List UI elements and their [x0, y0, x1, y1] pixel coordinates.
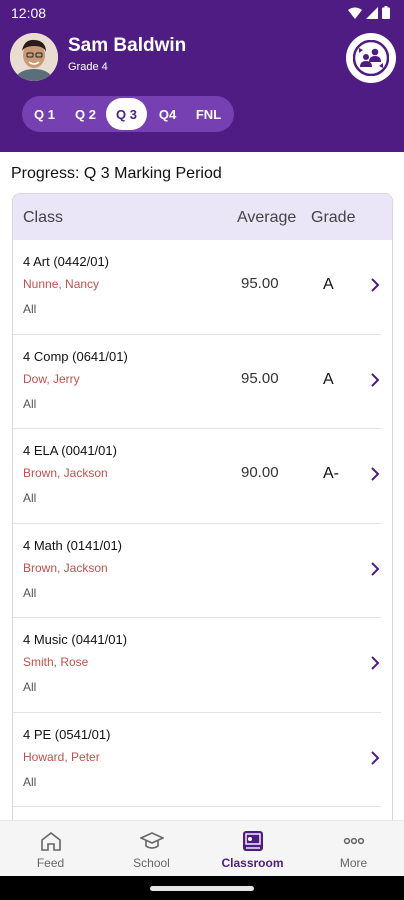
grade-value: A-: [323, 465, 339, 482]
nav-school[interactable]: School: [101, 821, 202, 876]
classroom-icon: [242, 831, 263, 851]
teacher-name: Howard, Peter: [23, 749, 100, 764]
teacher-name: Brown, Jackson: [23, 466, 108, 480]
teacher-name: Brown, Jackson: [23, 560, 108, 575]
status-bar: 12:08: [0, 0, 404, 26]
grades-table: Class Average Grade 4 Art (0442/01) Nunn…: [12, 193, 393, 833]
switch-student-button[interactable]: [346, 33, 396, 83]
avatar[interactable]: [10, 33, 58, 81]
graduation-cap-icon: [139, 832, 164, 849]
chevron-right-icon: [371, 561, 380, 576]
chevron-right-icon: [371, 750, 380, 765]
column-header-class: Class: [23, 209, 64, 226]
table-header: Class Average Grade: [13, 194, 392, 240]
student-name: Sam Baldwin: [68, 35, 187, 56]
home-gesture-handle[interactable]: [150, 886, 254, 891]
section-label: All: [23, 396, 37, 411]
home-icon: [40, 831, 61, 851]
table-row[interactable]: 4 PE (0541/01) Howard, Peter All: [13, 713, 381, 807]
course-name: 4 PE (0541/01): [23, 726, 111, 742]
tab-q1[interactable]: Q 1: [24, 98, 65, 130]
course-name: 4 Art (0442/01): [23, 254, 109, 269]
section-label: All: [23, 585, 37, 600]
teacher-name: Smith, Rose: [23, 655, 89, 669]
grade-value: A: [323, 370, 334, 388]
nav-label: More: [339, 856, 368, 870]
nav-label: Feed: [36, 856, 65, 870]
nav-label: School: [133, 856, 170, 870]
status-icons: [348, 6, 390, 19]
status-time: 12:08: [11, 5, 47, 21]
average-value: 95.00: [241, 369, 279, 387]
battery-icon: [382, 6, 390, 19]
bottom-nav: Feed School Classroom More: [0, 820, 404, 876]
nav-classroom[interactable]: Classroom: [202, 821, 303, 876]
average-value: 90.00: [241, 464, 279, 481]
teacher-name: Dow, Jerry: [23, 371, 80, 386]
table-row[interactable]: 4 Math (0141/01) Brown, Jackson All: [13, 524, 381, 618]
wifi-icon: [348, 7, 362, 19]
chevron-right-icon: [371, 656, 380, 670]
section-label: All: [23, 680, 37, 694]
tab-fnl[interactable]: FNL: [188, 98, 229, 130]
signal-icon: [366, 6, 378, 19]
marking-period-tabs: Q 1 Q 2 Q 3 Q4 FNL: [22, 96, 234, 132]
table-row[interactable]: 4 ELA (0041/01) Brown, Jackson All 90.00…: [13, 429, 381, 524]
section-label: All: [23, 491, 37, 505]
app-header: 12:08 Sam Baldwin Grade 4 Q 1 Q 2 Q 3 Q4…: [0, 0, 404, 152]
progress-title: Progress: Q 3 Marking Period: [11, 165, 222, 182]
nav-feed[interactable]: Feed: [0, 821, 101, 876]
course-name: 4 Music (0441/01): [23, 632, 128, 647]
section-label: All: [23, 774, 37, 789]
teacher-name: Nunne, Nancy: [23, 277, 100, 291]
table-row[interactable]: 4 Music (0441/01) Smith, Rose All: [13, 618, 381, 713]
chevron-right-icon: [371, 372, 380, 387]
switch-student-icon: [353, 40, 389, 76]
chevron-right-icon: [371, 467, 380, 481]
table-row[interactable]: 4 Comp (0641/01) Dow, Jerry All 95.00 A: [13, 335, 381, 429]
course-name: 4 Math (0141/01): [23, 537, 123, 553]
chevron-right-icon: [371, 278, 380, 292]
average-value: 95.00: [241, 275, 279, 292]
more-icon: [343, 837, 364, 845]
grade-value: A: [323, 276, 334, 293]
student-photo-icon: [10, 33, 58, 81]
course-name: 4 Comp (0641/01): [23, 348, 128, 364]
column-header-grade: Grade: [311, 209, 356, 226]
column-header-average: Average: [237, 209, 297, 226]
tab-q3[interactable]: Q 3: [106, 98, 147, 130]
tab-q2[interactable]: Q 2: [65, 98, 106, 130]
course-name: 4 ELA (0041/01): [23, 443, 117, 458]
nav-label: Classroom: [221, 856, 284, 870]
table-row[interactable]: 4 Art (0442/01) Nunne, Nancy All 95.00 A: [13, 240, 381, 335]
section-label: All: [23, 302, 37, 316]
student-grade: Grade 4: [68, 61, 108, 73]
nav-more[interactable]: More: [303, 821, 404, 876]
tab-q4[interactable]: Q4: [147, 98, 188, 130]
